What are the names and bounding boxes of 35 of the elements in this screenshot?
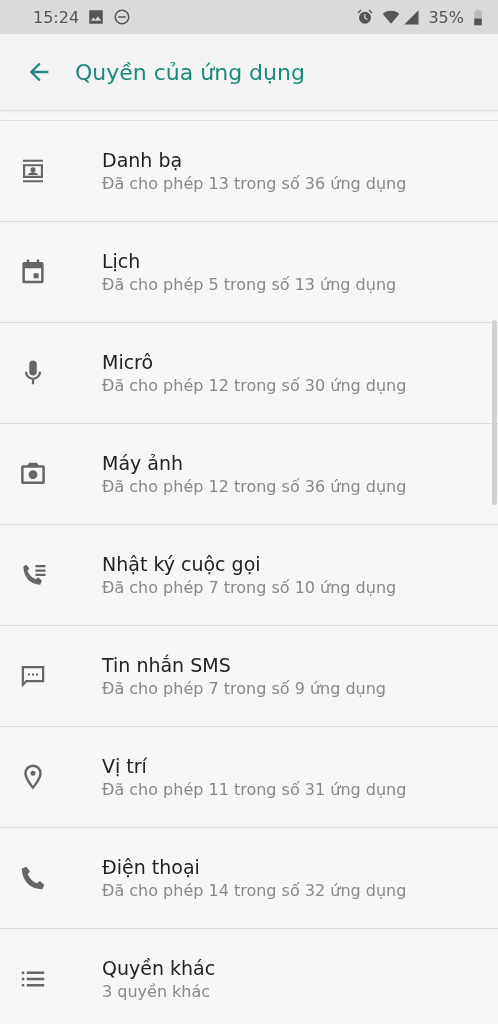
permission-item[interactable]: Nhật ký cuộc gọi Đã cho phép 7 trong số 10 ứng dụng (0, 525, 498, 626)
status-time: 15:24 (33, 7, 80, 27)
permission-name: Danh bạ (102, 149, 184, 171)
permission-summary: Đã cho phép 14 trong số 32 ứng dụng (102, 881, 407, 900)
permission-summary: Đã cho phép 12 trong số 36 ứng dụng (102, 477, 407, 496)
permission-item[interactable]: Lịch Đã cho phép 5 trong số 13 ứng dụng (0, 222, 498, 323)
permission-item[interactable]: Tin nhắn SMS Đã cho phép 7 trong số 9 ứng dụng (0, 626, 498, 727)
permission-summary: Đã cho phép 7 trong số 10 ứng dụng (102, 578, 397, 597)
permission-name: Nhật ký cuộc gọi (102, 553, 262, 575)
permission-summary: Đã cho phép 13 trong số 36 ứng dụng (102, 174, 407, 193)
permission-name: Điện thoại (102, 856, 201, 878)
battery-icon (472, 8, 484, 26)
permission-name: Lịch (102, 250, 142, 272)
permission-summary: Đã cho phép 12 trong số 30 ứng dụng (102, 376, 407, 395)
alarm-icon (356, 8, 375, 26)
permission-name: Quyền khác (102, 957, 216, 979)
permission-summary: Đã cho phép 11 trong số 31 ứng dụng (102, 780, 407, 799)
image-icon (87, 8, 106, 26)
battery-percentage: 35% (428, 7, 464, 27)
permission-summary: Đã cho phép 5 trong số 13 ứng dụng (102, 275, 397, 294)
permission-item[interactable]: Vị trí Đã cho phép 11 trong số 31 ứng dụng (0, 727, 498, 828)
do-not-disturb-icon (113, 8, 132, 26)
permission-name: Micrô (102, 351, 155, 373)
permission-name: Vị trí (102, 755, 148, 777)
scrollbar[interactable] (492, 320, 497, 505)
permission-item[interactable]: Danh bạ Đã cho phép 13 trong số 36 ứng dụng (0, 121, 498, 222)
permission-name: Máy ảnh (102, 452, 185, 474)
permission-name: Tin nhắn SMS (102, 654, 232, 676)
screen-title: Quyền của ứng dụng (75, 59, 305, 85)
permission-summary: Đã cho phép 7 trong số 9 ứng dụng (102, 679, 386, 698)
signal-icon (402, 8, 421, 26)
permission-item[interactable]: Điện thoại Đã cho phép 14 trong số 32 ứng dụng (0, 828, 498, 929)
permission-item[interactable]: Quyền khác 3 quyền khác (0, 929, 498, 1024)
wifi-icon (382, 8, 401, 26)
permission-summary: 3 quyền khác (102, 982, 212, 1001)
